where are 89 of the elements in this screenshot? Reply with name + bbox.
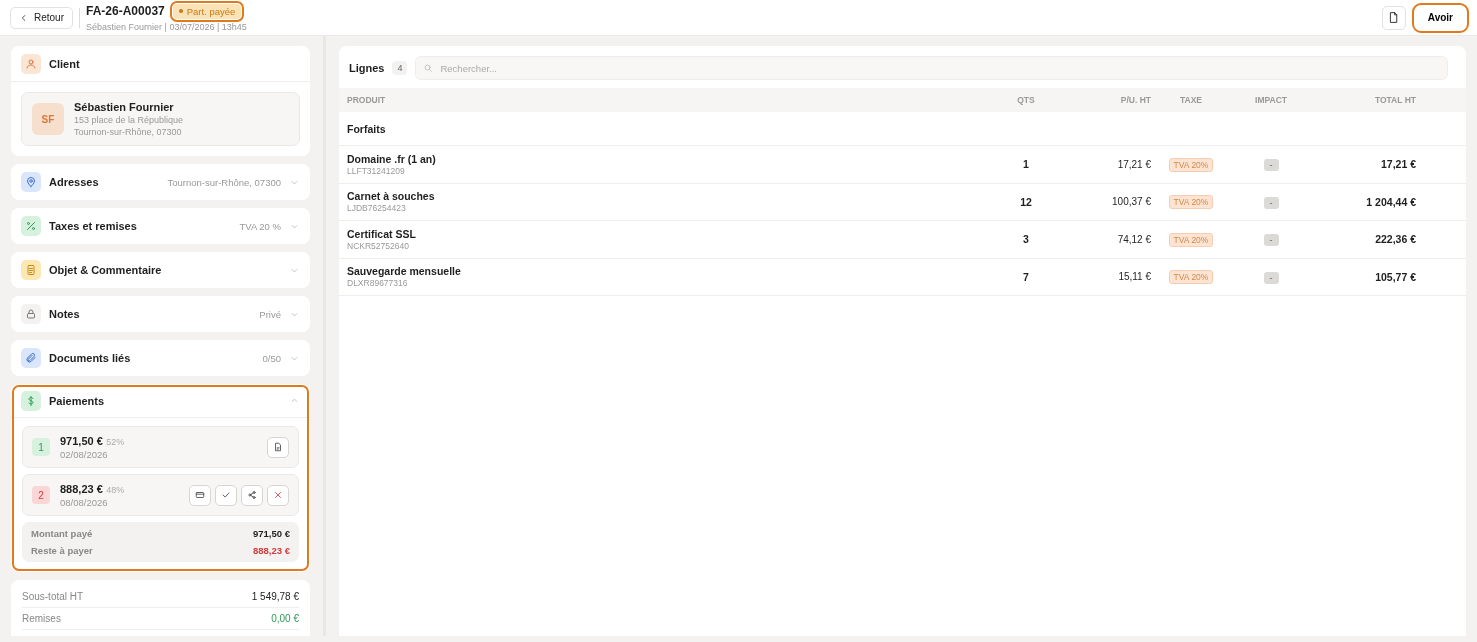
section-header[interactable]: Adresses Tournon-sur-Rhône, 07300 <box>11 164 310 200</box>
summary-value: 888,23 € <box>253 545 290 556</box>
invoice-subtitle: Sébastien Fournier | 03/07/2026 | 13h45 <box>86 21 247 32</box>
total-label: Sous-total HT <box>22 591 84 602</box>
tax-badge: TVA 20% <box>1168 157 1214 172</box>
impact-badge: - <box>1263 196 1279 209</box>
summary-label: Reste à payer <box>31 545 93 556</box>
column-header: IMPACT <box>1254 95 1288 105</box>
document-icon <box>273 442 283 452</box>
table-cell-text: 100,37 € <box>1111 196 1151 208</box>
person-tile-icon <box>21 53 41 74</box>
column-header: P/U. HT <box>1119 95 1151 105</box>
payment-percent: 52% <box>106 437 125 447</box>
table-cell-text: 3 <box>1022 233 1030 246</box>
product-name: Carnet à souches <box>347 190 436 203</box>
section-header[interactable]: Objet & Commentaire <box>11 252 310 288</box>
table-cell-text: 17,21 € <box>1116 158 1151 170</box>
client-address: 153 place de la République <box>74 115 184 125</box>
line-count: 4 <box>392 61 408 75</box>
document-tile-icon <box>21 260 41 280</box>
product-reference: LJDB76254423 <box>347 203 407 214</box>
product-name: Domaine .fr (1 an) <box>347 152 437 165</box>
lock-tile-icon <box>21 304 41 324</box>
client-name: Sébastien Fournier <box>74 101 175 113</box>
payment-number: 1 <box>32 438 50 456</box>
payment-date: 08/08/2026 <box>60 497 109 508</box>
status-badge: Part. payée <box>172 3 242 19</box>
payment-date: 02/08/2026 <box>60 449 109 460</box>
table-cell-text: 222,36 € <box>1374 233 1416 246</box>
column-header: TOTAL HT <box>1373 95 1416 105</box>
product-reference: DLXR89677316 <box>347 278 409 289</box>
dollar-tile-icon <box>21 390 41 411</box>
payment-number: 2 <box>32 486 50 504</box>
table-cell-text: 105,77 € <box>1374 270 1416 283</box>
impact-badge: - <box>1263 159 1279 172</box>
panel-title: Lignes <box>349 62 385 74</box>
section-header[interactable]: Documents liés 0/50 <box>11 340 310 376</box>
back-button[interactable]: Retour <box>10 6 73 29</box>
card-button[interactable] <box>189 484 211 506</box>
product-reference: LLFT31241209 <box>347 165 406 176</box>
summary-value: 971,50 € <box>253 528 290 539</box>
share-button[interactable] <box>241 484 263 506</box>
total-value: 0,00 € <box>271 613 299 624</box>
total-label: Remises <box>22 613 61 624</box>
table-cell-text: 1 <box>1022 158 1030 171</box>
check-icon <box>221 490 231 500</box>
payment-amount: 888,23 € <box>60 483 103 495</box>
table-cell-text: 1 204,44 € <box>1365 195 1416 208</box>
impact-badge: - <box>1263 271 1279 284</box>
check-button[interactable] <box>215 484 237 506</box>
section-header[interactable]: Notes Privé <box>11 296 310 332</box>
section-title: Client <box>49 57 80 70</box>
document-button[interactable] <box>1381 5 1406 30</box>
section-header[interactable]: Taxes et remises TVA 20 % <box>11 208 310 244</box>
percent-tile-icon <box>21 216 41 236</box>
product-name: Sauvegarde mensuelle <box>347 265 462 278</box>
card-icon <box>195 490 205 500</box>
tax-badge: TVA 20% <box>1168 195 1214 210</box>
product-reference: NCKR52752640 <box>347 240 410 251</box>
table-cell-text: 12 <box>1019 195 1033 208</box>
payment-percent: 48% <box>106 485 125 495</box>
total-value: 1 549,78 € <box>251 591 299 602</box>
impact-badge: - <box>1263 234 1279 247</box>
chevron-left-icon <box>19 12 29 23</box>
client-city: Tournon-sur-Rhône, 07300 <box>74 127 183 137</box>
avatar-initials: SF <box>32 103 64 135</box>
section-header[interactable]: Paiements <box>11 384 310 418</box>
search-field[interactable]: Rechercher... <box>415 56 1448 80</box>
share-icon <box>247 490 257 500</box>
location-pin-tile-icon <box>21 172 41 192</box>
summary-label: Montant payé <box>31 528 93 539</box>
invoice-number: FA-26-A00037 <box>86 4 165 18</box>
column-header: TAXE <box>1178 95 1203 105</box>
group-heading: Forfaits <box>339 112 1466 146</box>
column-header: QTS <box>1016 95 1036 105</box>
table-cell-text: 15,11 € <box>1117 271 1151 283</box>
column-header: PRODUIT <box>347 95 387 105</box>
credit-note-button[interactable]: Avoir <box>1413 4 1467 31</box>
tax-badge: TVA 20% <box>1168 270 1214 285</box>
close-icon <box>273 490 283 500</box>
product-name: Certificat SSL <box>347 227 417 240</box>
table-cell-text: 17,21 € <box>1379 158 1416 171</box>
tax-badge: TVA 20% <box>1168 232 1214 247</box>
payment-amount: 971,50 € <box>60 435 103 447</box>
paperclip-tile-icon <box>21 348 41 368</box>
table-cell-text: 7 <box>1022 270 1030 283</box>
document-button[interactable] <box>267 436 289 458</box>
table-cell-text: 74,12 € <box>1116 233 1151 245</box>
delete-button[interactable] <box>267 484 289 506</box>
